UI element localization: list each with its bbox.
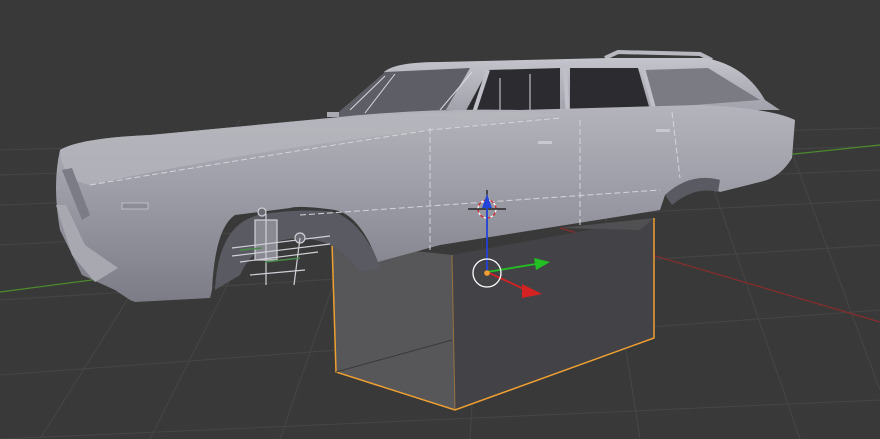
side-mirror — [327, 112, 339, 117]
cube-left-face — [332, 242, 455, 410]
door-handle — [538, 141, 552, 144]
3d-viewport[interactable] — [0, 0, 880, 439]
rear-side-window — [570, 68, 650, 112]
object-origin-dot — [484, 270, 490, 276]
rear-door-handle — [656, 129, 670, 132]
viewport-canvas[interactable] — [0, 0, 880, 439]
fender-badge — [121, 202, 149, 210]
